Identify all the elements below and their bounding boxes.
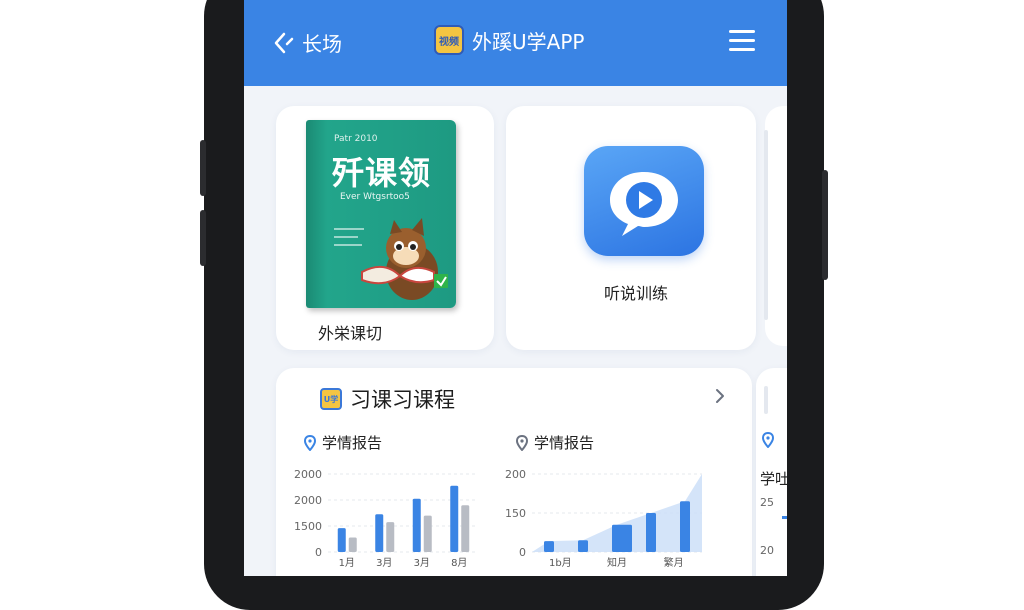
bar	[578, 540, 588, 552]
x-tick-label: 3月	[376, 557, 392, 569]
app-title-text: 外蹊U学APP	[472, 29, 585, 54]
chevron-right-icon[interactable]	[710, 386, 730, 406]
y-tick-label: 0	[315, 546, 322, 559]
bar	[461, 505, 470, 552]
section-header[interactable]: U学 习课习课程	[320, 384, 455, 414]
y-tick-label: 150	[505, 507, 526, 520]
back-label: 长场	[302, 32, 342, 56]
bar	[375, 514, 384, 552]
book-cover-subtitle: Ever Wtgsrtoo5	[340, 192, 410, 202]
x-tick-label: 3月	[414, 557, 430, 569]
bar	[450, 485, 459, 552]
hamburger-menu-icon[interactable]	[729, 30, 755, 54]
y-tick-label: 0	[519, 546, 526, 559]
bar-chart-1: 2000 2000 1500 0 1月 3月 3月 8月	[294, 468, 478, 569]
app-header: 长场 视频 外蹊U学APP	[244, 0, 787, 86]
bar	[337, 528, 346, 552]
phone-volume-button	[200, 140, 206, 196]
bar	[680, 501, 690, 552]
location-pin-icon	[762, 432, 774, 448]
bar	[412, 498, 421, 552]
x-tick-label: 1月	[339, 557, 355, 569]
y-tick-label: 2000	[294, 468, 322, 481]
partial-report-label: 学吐	[760, 470, 787, 488]
report-label-text: 学情报告	[534, 434, 595, 452]
bar	[646, 513, 656, 552]
play-chat-bubble-icon	[610, 172, 678, 236]
courses-tile-caption: 外栄课切	[318, 324, 383, 343]
phone-volume-button	[200, 210, 206, 266]
section-title: 习课习课程	[350, 388, 455, 412]
video-tile-caption: 听说训练	[604, 284, 669, 303]
scroll-indicator	[764, 130, 768, 320]
bar	[544, 541, 554, 552]
back-button[interactable]: 长场	[272, 28, 342, 57]
partial-tick-2: 20	[760, 544, 774, 557]
x-tick-label: 1b月	[549, 557, 572, 569]
bar	[612, 524, 632, 552]
next-tile-card	[765, 106, 787, 346]
section-logo-icon: U学	[320, 388, 342, 410]
location-pin-icon	[516, 434, 528, 451]
x-tick-label: 知月	[607, 556, 627, 569]
book-cover-title: 歼课领	[332, 154, 432, 192]
y-tick-label: 200	[505, 468, 526, 481]
partial-chart-bar	[782, 516, 787, 519]
squirrel-mascot-icon	[361, 218, 448, 300]
x-tick-label: 8月	[451, 557, 467, 569]
video-tile-icon[interactable]	[584, 146, 704, 256]
bar-chart-2: 200 150 0 1b月 知月 繁月	[505, 468, 702, 569]
y-tick-label: 1500	[294, 520, 322, 533]
app-screen: 长场 视频 外蹊U学APP Patr 2010 歼课领 Ever Wtgsrto…	[244, 0, 787, 576]
phone-power-button	[822, 170, 828, 280]
book-small-text: Patr 2010	[334, 134, 378, 144]
back-chevron-icon	[274, 32, 294, 53]
book-cover[interactable]: Patr 2010 歼课领 Ever Wtgsrtoo5	[306, 120, 456, 308]
y-tick-label: 2000	[294, 494, 322, 507]
app-logo-icon: 视频	[434, 25, 464, 55]
location-pin-icon	[304, 434, 316, 451]
bar	[423, 515, 432, 552]
report-label-text: 学情报告	[322, 434, 383, 452]
x-tick-label: 繁月	[664, 556, 684, 569]
bar	[348, 537, 357, 552]
app-title: 视频 外蹊U学APP	[434, 25, 584, 55]
scroll-indicator	[764, 386, 768, 414]
partial-tick-1: 25	[760, 496, 774, 509]
bar	[386, 522, 395, 552]
report-label-3[interactable]	[762, 432, 774, 448]
report-label-2[interactable]: 学情报告	[516, 432, 594, 453]
report-label-1[interactable]: 学情报告	[304, 432, 382, 453]
